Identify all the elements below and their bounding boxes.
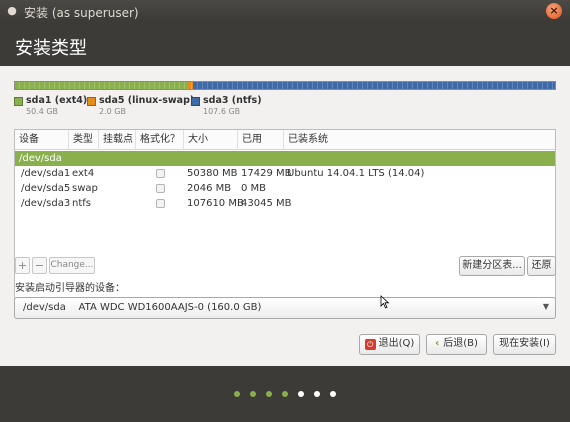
installer-window: ● 安装 (as superuser) × 安装类型 sda1 (ext4) 5… (0, 0, 570, 422)
cell-type: swap (72, 183, 98, 194)
disk-legend: sda1 (ext4) 50.4 GB sda5 (linux-swap) 2.… (14, 95, 556, 120)
cell-size: 50380 MB (187, 168, 238, 179)
table-row-device[interactable]: /dev/sda (15, 151, 555, 166)
boot-device-value: /dev/sda ATA WDC WD1600AAJS-0 (160.0 GB) (23, 302, 262, 313)
add-partition-button[interactable]: + (15, 257, 30, 274)
cell-used: 17429 MB (241, 168, 292, 179)
cell-type: ext4 (72, 168, 95, 179)
revert-button[interactable]: 还原 (527, 256, 556, 276)
new-partition-table-button[interactable]: 新建分区表... (459, 256, 525, 276)
boot-loader-label: 安装启动引导器的设备： (15, 283, 125, 294)
cell-used: 43045 MB (241, 198, 292, 209)
column-header-used[interactable]: 已用 (238, 130, 284, 150)
device-name: /dev/sda (19, 153, 62, 164)
format-checkbox[interactable] (156, 169, 165, 178)
main-content: sda1 (ext4) 50.4 GB sda5 (linux-swap) 2.… (0, 66, 570, 366)
table-row[interactable]: /dev/sda3 ntfs 107610 MB 43045 MB (15, 196, 555, 211)
cell-size: 2046 MB (187, 183, 232, 194)
cell-device: /dev/sda3 (21, 198, 71, 209)
chevron-down-icon: ▼ (542, 302, 549, 311)
progress-dot (282, 391, 288, 397)
column-header-mount[interactable]: 挂载点 (99, 130, 136, 150)
remove-partition-button[interactable]: − (32, 257, 47, 274)
back-button[interactable]: ‹ 后退(B) (426, 334, 487, 355)
legend-label: sda1 (ext4) (26, 95, 88, 106)
column-header-type[interactable]: 类型 (69, 130, 99, 150)
page-title: 安装类型 (15, 38, 87, 59)
legend-size: 2.0 GB (99, 107, 126, 116)
disk-usage-bar (14, 81, 556, 90)
column-header-device[interactable]: 设备 (15, 130, 69, 150)
progress-dot (266, 391, 272, 397)
change-partition-button[interactable]: Change... (49, 257, 95, 274)
format-checkbox[interactable] (156, 199, 165, 208)
cell-size: 107610 MB (187, 198, 244, 209)
cell-used: 0 MB (241, 183, 267, 194)
legend-size: 50.4 GB (26, 107, 59, 116)
window-title: 安装 (as superuser) (24, 6, 139, 20)
column-header-system[interactable]: 已装系统 (284, 130, 555, 150)
title-bar: ● 安装 (as superuser) × (0, 0, 570, 22)
cell-device: /dev/sda1 (21, 168, 71, 179)
column-header-size[interactable]: 大小 (184, 130, 238, 150)
cell-device: /dev/sda5 (21, 183, 71, 194)
legend-label: sda3 (ntfs) (203, 95, 262, 106)
legend-swatch (14, 97, 23, 106)
table-row[interactable]: /dev/sda5 swap 2046 MB 0 MB (15, 181, 555, 196)
format-checkbox[interactable] (156, 184, 165, 193)
quit-button[interactable]: ⏻ 退出(Q) (359, 334, 420, 355)
cell-type: ntfs (72, 198, 91, 209)
progress-dot (298, 391, 304, 397)
install-now-button[interactable]: 现在安装(I) (493, 334, 556, 355)
boot-device-select[interactable]: /dev/sda ATA WDC WD1600AAJS-0 (160.0 GB)… (14, 297, 556, 319)
power-icon: ⏻ (364, 339, 376, 350)
progress-dot (330, 391, 336, 397)
quit-button-label: 退出(Q) (378, 338, 415, 349)
progress-dot (250, 391, 256, 397)
page-header: 安装类型 (0, 22, 570, 66)
cell-system: Ubuntu 14.04.1 LTS (14.04) (287, 168, 425, 179)
disk-segment-sda1 (15, 82, 187, 89)
table-header: 设备 类型 挂载点 格式化？ 大小 已用 已装系统 (15, 130, 555, 150)
table-row[interactable]: /dev/sda1 ext4 50380 MB 17429 MB Ubuntu … (15, 166, 555, 181)
back-button-label: 后退(B) (443, 338, 478, 349)
column-header-format[interactable]: 格式化？ (136, 130, 184, 150)
legend-label: sda5 (linux-swap) (99, 95, 195, 106)
legend-swatch (87, 97, 96, 106)
mouse-cursor-icon (380, 295, 390, 309)
progress-dot (314, 391, 320, 397)
window-menu-icon[interactable]: ● (6, 5, 18, 17)
progress-dot (234, 391, 240, 397)
progress-footer (0, 366, 570, 422)
legend-size: 107.6 GB (203, 107, 241, 116)
disk-segment-sda3 (193, 82, 555, 89)
chevron-left-icon: ‹ (435, 338, 440, 349)
close-icon[interactable]: × (546, 3, 562, 19)
legend-swatch (191, 97, 200, 106)
